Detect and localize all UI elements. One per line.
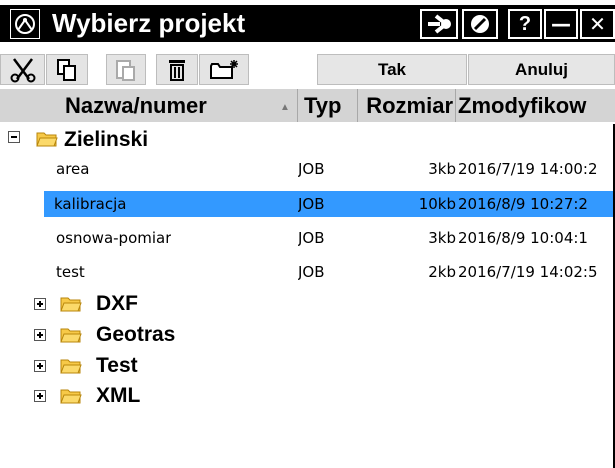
paste-icon — [116, 59, 135, 81]
forward-button[interactable] — [420, 9, 458, 39]
file-name: test — [56, 263, 85, 281]
window-title: Wybierz projekt — [52, 8, 246, 38]
paste-button[interactable] — [106, 54, 146, 85]
app-icon — [10, 9, 40, 39]
file-name: kalibracja — [54, 195, 127, 213]
title-bar: Wybierz projekt ? — ✕ — [0, 5, 615, 42]
column-type[interactable]: Typ — [298, 89, 358, 122]
column-header: Nazwa/numer ▲ Typ Rozmiar Zmodyfikow — [0, 89, 615, 122]
expand-icon[interactable] — [34, 298, 46, 310]
file-row[interactable]: area JOB 3kb 2016/7/19 14:00:2 — [0, 156, 615, 182]
file-size: 3kb — [428, 229, 456, 247]
expand-icon[interactable] — [34, 360, 46, 372]
new-folder-icon — [210, 59, 238, 79]
folder-icon — [60, 297, 82, 312]
collapse-icon[interactable] — [8, 131, 20, 143]
file-modified: 2016/8/9 10:27:2 — [458, 195, 588, 213]
arrow-right-circle-icon — [428, 14, 451, 34]
tree-node-label: DXF — [96, 292, 138, 315]
delete-button[interactable] — [156, 54, 198, 85]
yes-button[interactable]: Tak — [317, 54, 467, 85]
file-type: JOB — [298, 263, 325, 281]
expand-icon[interactable] — [34, 390, 46, 402]
column-type-label: Typ — [304, 93, 342, 118]
file-row-selected[interactable]: kalibracja JOB 10kb 2016/8/9 10:27:2 — [44, 191, 615, 217]
tree-node-label: Geotras — [96, 323, 176, 346]
file-row[interactable]: osnowa-pomiar JOB 3kb 2016/8/9 10:04:1 — [0, 225, 615, 251]
file-row[interactable]: test JOB 2kb 2016/7/19 14:02:5 — [0, 259, 615, 285]
delete-icon — [169, 59, 185, 81]
file-type: JOB — [298, 160, 325, 178]
file-name: osnowa-pomiar — [56, 229, 172, 247]
folder-icon — [60, 389, 82, 404]
new-folder-button[interactable] — [199, 54, 249, 85]
column-modified-label: Zmodyfikow — [458, 93, 587, 118]
no-entry-button[interactable] — [462, 9, 498, 39]
column-modified[interactable]: Zmodyfikow — [456, 89, 615, 122]
file-size: 10kb — [418, 195, 456, 213]
column-name[interactable]: Nazwa/numer ▲ — [0, 89, 298, 122]
column-size-label: Rozmiar — [366, 93, 453, 118]
column-name-label: Nazwa/numer — [65, 93, 207, 118]
minimize-button[interactable]: — — [544, 9, 578, 39]
help-button[interactable]: ? — [508, 9, 542, 39]
file-type: JOB — [298, 195, 325, 213]
file-modified: 2016/7/19 14:00:2 — [458, 160, 598, 178]
file-modified: 2016/8/9 10:04:1 — [458, 229, 588, 247]
no-entry-icon — [471, 15, 489, 33]
toolbar: Tak Anuluj — [0, 54, 615, 86]
folder-icon — [60, 328, 82, 343]
file-modified: 2016/7/19 14:02:5 — [458, 263, 598, 281]
file-type: JOB — [298, 229, 325, 247]
copy-button[interactable] — [46, 54, 88, 85]
cut-icon — [10, 57, 35, 82]
tree-node-label: Zielinski — [64, 128, 149, 151]
folder-icon — [60, 359, 82, 374]
tree-node-label: XML — [96, 384, 141, 407]
close-button[interactable]: ✕ — [580, 9, 615, 39]
copy-icon — [57, 58, 76, 81]
file-size: 3kb — [428, 160, 456, 178]
file-size: 2kb — [428, 263, 456, 281]
cancel-button[interactable]: Anuluj — [468, 54, 615, 85]
sort-ascending-icon: ▲ — [280, 102, 290, 113]
expand-icon[interactable] — [34, 329, 46, 341]
cut-button[interactable] — [0, 54, 45, 85]
tree-node-label: Test — [96, 354, 138, 377]
column-size[interactable]: Rozmiar — [358, 89, 456, 122]
file-name: area — [56, 160, 90, 178]
project-tree: Zielinski area JOB 3kb 2016/7/19 14:00:2… — [0, 124, 615, 468]
folder-open-icon — [36, 132, 58, 147]
